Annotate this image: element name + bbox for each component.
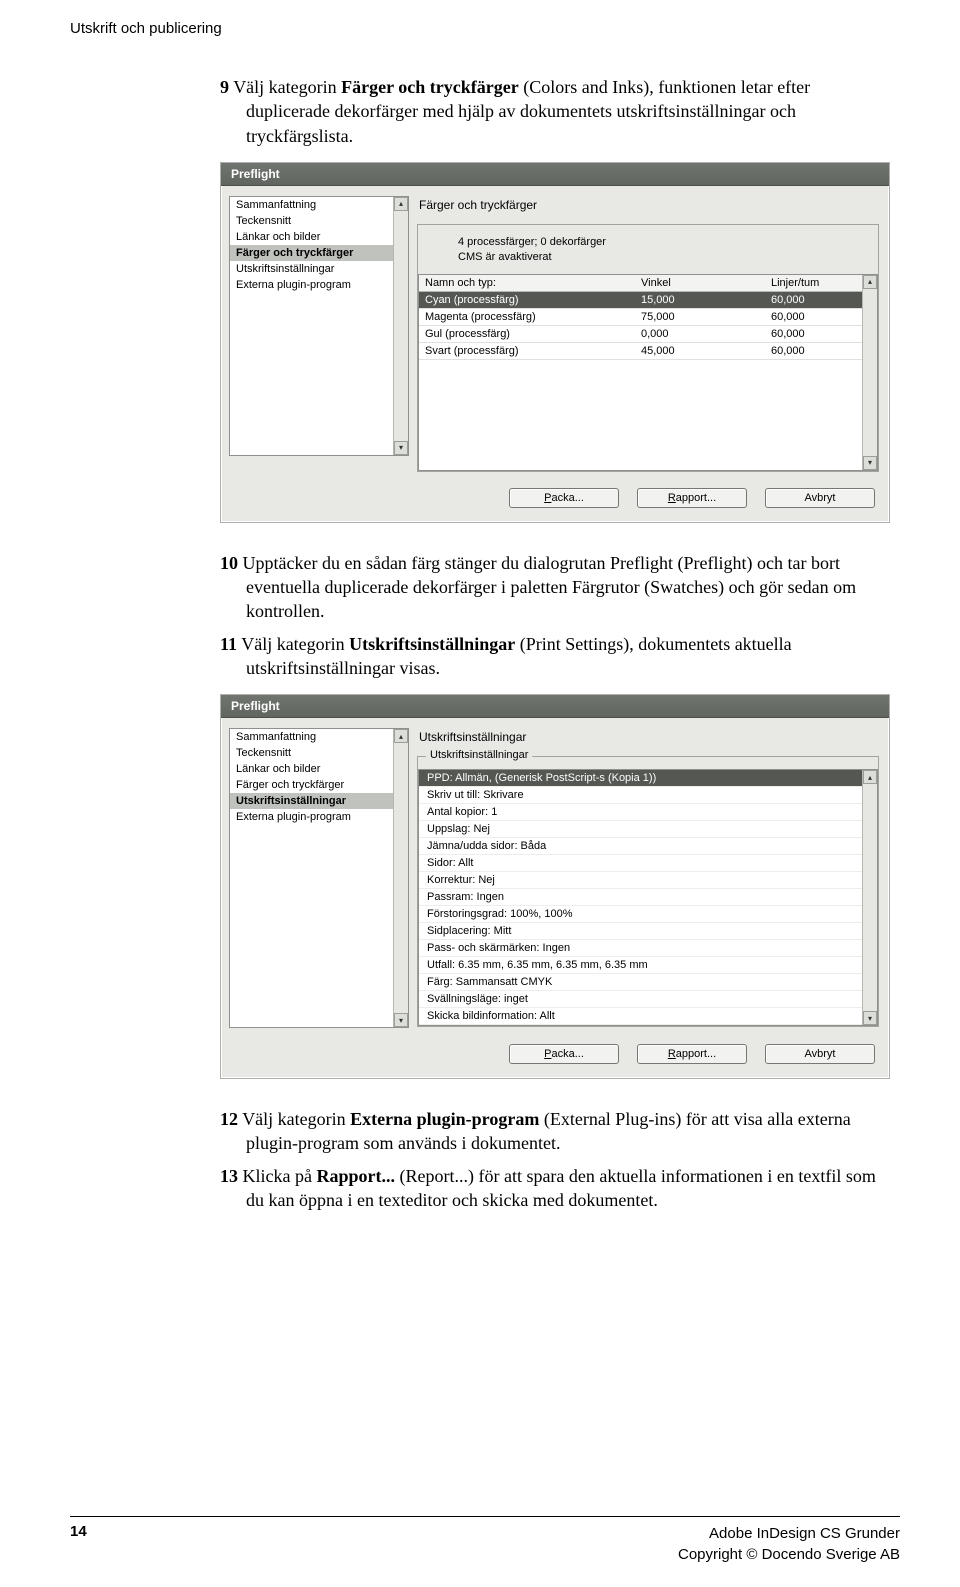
footer-line2: Copyright © Docendo Sverige AB [678, 1544, 900, 1565]
scroll-down-icon[interactable]: ▾ [863, 456, 877, 470]
preflight-dialog-printsettings: Preflight SammanfattningTeckensnittLänka… [220, 694, 890, 1079]
sidebar-item[interactable]: Sammanfattning [230, 729, 408, 745]
panel-title: Utskriftsinställningar [419, 730, 879, 744]
sidebar-item[interactable]: Sammanfattning [230, 197, 408, 213]
scroll-up-icon[interactable]: ▴ [863, 770, 877, 784]
group-label: Utskriftsinställningar [426, 749, 532, 761]
page-number: 14 [70, 1523, 87, 1565]
sidebar-item[interactable]: Färger och tryckfärger [230, 245, 408, 261]
settings-list[interactable]: PPD: Allmän, (Generisk PostScript-s (Kop… [418, 769, 878, 1026]
list-item[interactable]: Jämna/udda sidor: Båda [419, 838, 877, 855]
avbryt-button[interactable]: Avbryt [765, 488, 875, 508]
table-row[interactable]: Gul (processfärg)0,00060,000 [419, 326, 877, 343]
table-row[interactable]: Cyan (processfärg)15,00060,000 [419, 292, 877, 309]
list-item[interactable]: Pass- och skärmärken: Ingen [419, 940, 877, 957]
sidebar-item[interactable]: Länkar och bilder [230, 229, 408, 245]
list-item[interactable]: Passram: Ingen [419, 889, 877, 906]
sidebar-item[interactable]: Färger och tryckfärger [230, 777, 408, 793]
list-item[interactable]: Färg: Sammansatt CMYK [419, 974, 877, 991]
scrollbar[interactable]: ▴ ▾ [393, 197, 408, 455]
scroll-down-icon[interactable]: ▾ [394, 1013, 408, 1027]
panel-title: Färger och tryckfärger [419, 198, 879, 212]
scroll-up-icon[interactable]: ▴ [394, 197, 408, 211]
scroll-down-icon[interactable]: ▾ [394, 441, 408, 455]
list-item[interactable]: Svällningsläge: inget [419, 991, 877, 1008]
step-9: 9 Välj kategorin Färger och tryckfärger … [220, 75, 890, 148]
list-item[interactable]: Skriv ut till: Skrivare [419, 787, 877, 804]
list-item[interactable]: PPD: Allmän, (Generisk PostScript-s (Kop… [419, 770, 877, 787]
rapport-button[interactable]: Rapport... [637, 488, 747, 508]
sidebar-item[interactable]: Externa plugin-program [230, 277, 408, 293]
step-10: 10 Upptäcker du en sådan färg stänger du… [220, 551, 890, 624]
category-list[interactable]: SammanfattningTeckensnittLänkar och bild… [229, 728, 409, 1028]
list-item[interactable]: Korrektur: Nej [419, 872, 877, 889]
table-header: Namn och typ: Vinkel Linjer/tum [419, 275, 877, 292]
scrollbar[interactable]: ▴ ▾ [393, 729, 408, 1027]
running-header: Utskrift och publicering [70, 20, 900, 37]
scroll-up-icon[interactable]: ▴ [394, 729, 408, 743]
rapport-button[interactable]: Rapport... [637, 1044, 747, 1064]
step-12: 12 Välj kategorin Externa plugin-program… [220, 1107, 890, 1156]
avbryt-button[interactable]: Avbryt [765, 1044, 875, 1064]
scroll-up-icon[interactable]: ▴ [863, 275, 877, 289]
info-text: 4 processfärger; 0 dekorfärger CMS är av… [418, 231, 878, 274]
list-item[interactable]: Skicka bildinformation: Allt [419, 1008, 877, 1025]
packa-button[interactable]: Packa... [509, 488, 619, 508]
sidebar-item[interactable]: Teckensnitt [230, 213, 408, 229]
list-item[interactable]: Sidor: Allt [419, 855, 877, 872]
scroll-down-icon[interactable]: ▾ [863, 1011, 877, 1025]
packa-button[interactable]: Packa... [509, 1044, 619, 1064]
dialog-title: Preflight [221, 695, 889, 718]
list-item[interactable]: Utfall: 6.35 mm, 6.35 mm, 6.35 mm, 6.35 … [419, 957, 877, 974]
list-item[interactable]: Uppslag: Nej [419, 821, 877, 838]
dialog-title: Preflight [221, 163, 889, 186]
footer-line1: Adobe InDesign CS Grunder [678, 1523, 900, 1544]
scrollbar[interactable]: ▴ ▾ [862, 770, 877, 1025]
preflight-dialog-colors: Preflight SammanfattningTeckensnittLänka… [220, 162, 890, 523]
sidebar-item[interactable]: Utskriftsinställningar [230, 793, 408, 809]
sidebar-item[interactable]: Externa plugin-program [230, 809, 408, 825]
sidebar-item[interactable]: Länkar och bilder [230, 761, 408, 777]
step-13: 13 Klicka på Rapport... (Report...) för … [220, 1164, 890, 1213]
sidebar-item[interactable]: Utskriftsinställningar [230, 261, 408, 277]
table-row[interactable]: Magenta (processfärg)75,00060,000 [419, 309, 877, 326]
page-footer: 14 Adobe InDesign CS Grunder Copyright ©… [70, 1516, 900, 1565]
category-list[interactable]: SammanfattningTeckensnittLänkar och bild… [229, 196, 409, 456]
scrollbar[interactable]: ▴ ▾ [862, 275, 877, 470]
list-item[interactable]: Sidplacering: Mitt [419, 923, 877, 940]
list-item[interactable]: Antal kopior: 1 [419, 804, 877, 821]
step-11: 11 Välj kategorin Utskriftsinställningar… [220, 632, 890, 681]
table-row[interactable]: Svart (processfärg)45,00060,000 [419, 343, 877, 360]
list-item[interactable]: Förstoringsgrad: 100%, 100% [419, 906, 877, 923]
ink-table[interactable]: Namn och typ: Vinkel Linjer/tum Cyan (pr… [418, 274, 878, 471]
sidebar-item[interactable]: Teckensnitt [230, 745, 408, 761]
